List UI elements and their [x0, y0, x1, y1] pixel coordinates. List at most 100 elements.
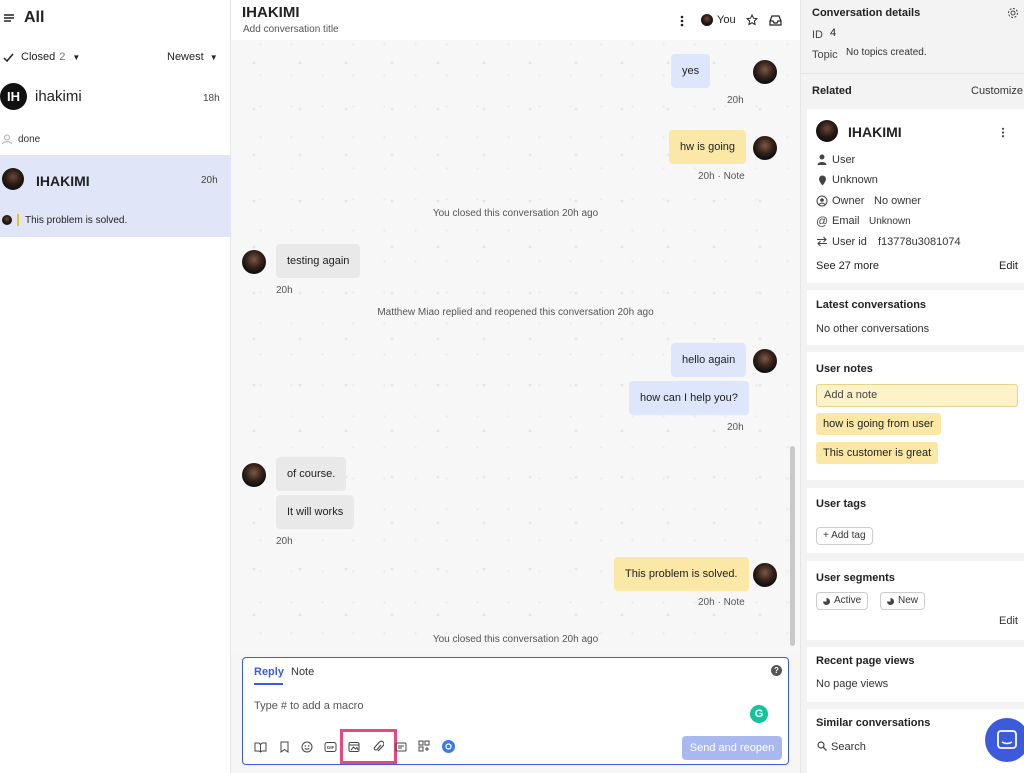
send-and-reopen-button[interactable]: Send and reopen [682, 736, 782, 760]
segment-label: New [898, 595, 919, 606]
user-icon [2, 134, 12, 144]
ai-assist-icon[interactable] [442, 740, 455, 753]
recent-page-views-empty: No page views [816, 678, 889, 690]
assignee-label: You [717, 14, 736, 26]
conversation-name: ihakimi [35, 88, 82, 105]
inbox-icon[interactable] [769, 14, 782, 26]
userid-value[interactable]: f13778u3081074 [878, 236, 961, 248]
star-icon[interactable] [746, 14, 758, 26]
add-note-input[interactable]: Add a note [816, 384, 1018, 407]
tab-reply-underline [254, 683, 283, 685]
image-icon[interactable] [348, 741, 360, 753]
add-tag-button[interactable]: + Add tag [816, 527, 873, 545]
assignee-button[interactable]: You [701, 14, 736, 26]
segment-chip[interactable]: New [880, 592, 926, 610]
bookmark-icon[interactable] [279, 741, 290, 753]
note-item[interactable]: how is going from user [816, 413, 941, 435]
tab-note[interactable]: Note [291, 666, 314, 678]
conversation-time: 20h [201, 175, 218, 186]
latest-conversations-title: Latest conversations [816, 299, 927, 311]
message-bubble: testing again [276, 244, 361, 278]
ticket-icon[interactable] [395, 741, 407, 753]
avatar [753, 349, 777, 373]
id-value: 4 [830, 27, 837, 39]
message-time: 20h [276, 285, 293, 296]
conversation-title: IHAKIMI [242, 4, 300, 21]
avatar [242, 463, 266, 487]
edit-link[interactable]: Edit [999, 615, 1018, 627]
help-icon[interactable]: ? [771, 665, 782, 676]
customize-link[interactable]: Customize [971, 85, 1023, 97]
conversation-panel: IHAKIMI Add conversation title You yes 2… [231, 0, 800, 773]
email-value[interactable]: Unknown [869, 216, 911, 227]
article-icon[interactable] [254, 741, 267, 753]
userid-label: User id [832, 236, 867, 248]
pie-icon [823, 597, 830, 605]
details-panel: Conversation details ID 4 Topic No topic… [800, 0, 1024, 773]
user-tags-card: User tags + Add tag [807, 488, 1024, 553]
owner-value[interactable]: No owner [874, 195, 921, 207]
reply-input[interactable]: Type # to add a macro [254, 700, 363, 712]
reply-composer: Reply Note ? Type # to add a macro G GIF… [242, 657, 789, 765]
owner-label: Owner [832, 195, 865, 207]
similar-search-link[interactable]: Search [831, 741, 866, 753]
system-event: Matthew Miao replied and reopened this c… [377, 307, 654, 318]
recent-page-views-title: Recent page views [816, 655, 915, 667]
email-icon: @ [816, 214, 829, 228]
status-filter-label: Closed [21, 51, 56, 63]
avatar [2, 168, 24, 190]
arrows-icon [816, 236, 828, 247]
gif-icon[interactable]: GIF [324, 741, 337, 753]
check-icon [3, 52, 14, 63]
scrollbar[interactable] [790, 446, 795, 646]
user-card: IHAKIMI User Unknown Owner No owner @ Em… [807, 109, 1024, 283]
avatar [816, 120, 838, 142]
conversation-subtitle[interactable]: Add conversation title [243, 24, 339, 35]
emoji-icon[interactable] [301, 741, 313, 753]
note-bubble: hw is going [669, 130, 747, 164]
conversation-time: 18h [203, 93, 220, 104]
sort-dropdown[interactable]: Newest ▼ [167, 51, 218, 63]
message-bubble: hello again [671, 343, 747, 377]
more-icon[interactable] [1001, 127, 1005, 138]
grammarly-icon[interactable]: G [750, 705, 768, 723]
conversation-item[interactable]: IH ihakimi 18h done [0, 76, 231, 154]
note-bubble: This problem is solved. [614, 557, 749, 591]
segment-chip[interactable]: Active [816, 592, 869, 610]
search-icon [817, 741, 827, 751]
user-name[interactable]: IHAKIMI [848, 124, 902, 140]
menu-icon[interactable] [3, 12, 15, 24]
message-bubble: yes [671, 54, 711, 88]
topic-value: No topics created. [846, 47, 927, 58]
user-tags-title: User tags [816, 498, 867, 510]
gear-icon[interactable] [1007, 7, 1019, 19]
edit-link[interactable]: Edit [999, 260, 1018, 272]
email-label: Email [832, 215, 860, 227]
svg-text:GIF: GIF [327, 745, 335, 750]
message-time: 20h · Note [698, 171, 745, 182]
status-filter[interactable]: Closed 2 ▼ [3, 51, 80, 63]
latest-conversations-empty: No other conversations [816, 323, 930, 335]
inbox-title: All [24, 9, 45, 26]
more-icon[interactable] [680, 15, 684, 27]
avatar [753, 136, 777, 160]
avatar [753, 563, 777, 587]
apps-icon[interactable] [418, 740, 430, 752]
owner-icon [816, 195, 828, 207]
user-segments-card: User segments Active New Edit [807, 561, 1024, 640]
system-event: You closed this conversation 20h ago [432, 208, 599, 219]
messenger-launcher-button[interactable] [985, 718, 1024, 762]
see-more-link[interactable]: See 27 more [816, 260, 879, 272]
tab-reply[interactable]: Reply [254, 666, 284, 678]
user-notes-title: User notes [816, 363, 873, 375]
message-bubble: of course. [276, 457, 347, 491]
attachment-icon[interactable] [372, 740, 384, 753]
divider [801, 73, 1024, 74]
pie-icon [887, 597, 894, 605]
message-bubble: how can I help you? [629, 381, 749, 415]
recent-page-views-card: Recent page views No page views [807, 647, 1024, 702]
sort-label: Newest [167, 51, 204, 63]
note-item[interactable]: This customer is great [816, 442, 939, 464]
conversation-name: IHAKIMI [36, 173, 90, 189]
conversation-item-selected[interactable]: IHAKIMI 20h This problem is solved. [0, 155, 231, 237]
